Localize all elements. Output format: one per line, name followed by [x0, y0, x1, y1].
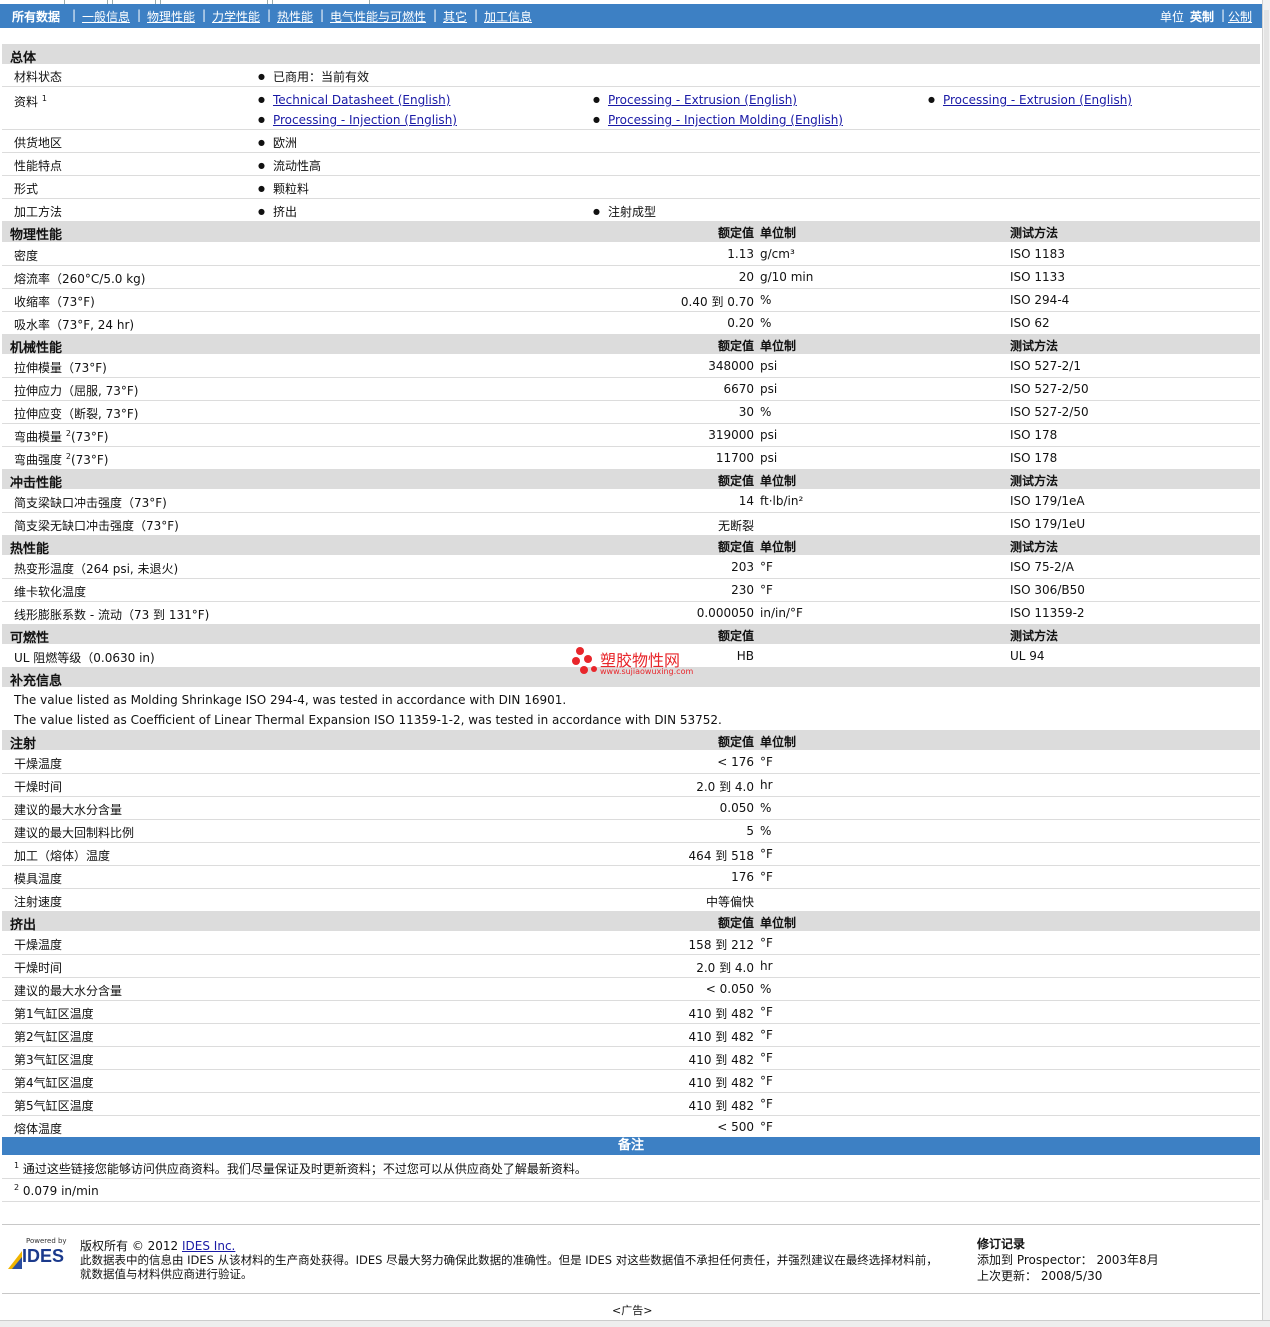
table-row: 维卡软化温度 230 °F ISO 306/B50 [2, 579, 1260, 602]
table-row: 收缩率（73°F) 0.40 到 0.70% ISO 294-4 [2, 289, 1260, 312]
watermark-dots-icon [572, 647, 597, 674]
table-row: 注射速度 中等偏快 [14, 895, 754, 909]
row-documents: 资料 1 Technical Datasheet (English) Proce… [2, 87, 1260, 130]
section-header-extrusion: 挤出 额定值 单位制 [2, 911, 1260, 933]
ides-logo: Powered by IDES [8, 1237, 72, 1271]
table-row: 弯曲强度 2(73°F) 11700 psi ISO 178 [14, 451, 1058, 467]
footnote: 1 通过这些链接您能够访问供应商资料。我们尽量保证及时更新资料；不过您可以从供应… [2, 1156, 1260, 1179]
ad-placeholder: <广告> [612, 1304, 653, 1317]
tab-general-info[interactable]: 一般信息 [82, 8, 130, 25]
footnote: 2 0.079 in/min [2, 1179, 1260, 1202]
section-header-flammability: 可燃性 额定值 测试方法 [2, 624, 1260, 646]
table-row: 弯曲模量 2(73°F) 319000 psi ISO 178 [2, 424, 1260, 447]
table-row: 干燥时间 2.0 到 4.0 hr [2, 955, 1260, 978]
section-header-general: 总体 [2, 44, 1260, 66]
table-row: 第3气缸区温度 410 到 482 °F [2, 1047, 1260, 1070]
table-row: 第5气缸区温度 410 到 482 °F [2, 1093, 1260, 1116]
table-row: 线形膨胀系数 - 流动（73 到 131°F) 0.000050 in/in/°F I… [14, 606, 1085, 622]
table-row: 简支梁缺口冲击强度（73°F) 14 ft·lb/in² ISO 179/1eA [2, 490, 1260, 513]
unit-metric-toggle[interactable]: 公制 [1228, 8, 1252, 25]
doc-link-extrusion-1[interactable]: Processing - Extrusion (English) [608, 93, 797, 107]
table-row: 建议的最大水分含量 < 0.050% [2, 978, 1260, 1001]
table-row: 拉伸应变（断裂, 73°F) 30% ISO 527-2/50 [2, 401, 1260, 424]
tab-other[interactable]: 其它 [443, 8, 467, 25]
tab-mechanical[interactable]: 力学性能 [212, 8, 260, 25]
page-footer: Powered by IDES 版权所有 © 2012 IDES Inc. 此数… [2, 1224, 1260, 1294]
unit-english-toggle[interactable]: 英制 [1190, 8, 1214, 25]
doc-link-injection-molding[interactable]: Processing - Injection Molding (English) [608, 113, 843, 127]
section-header-thermal: 热性能 额定值 单位制 测试方法 [2, 535, 1260, 557]
tab-electrical-flammability[interactable]: 电气性能与可燃性 [330, 8, 426, 25]
section-header-mechanical: 机械性能 额定值 单位制 测试方法 [2, 334, 1260, 356]
table-row: 热变形温度（264 psi, 未退火) 203 °F ISO 75-2/A [2, 556, 1260, 579]
tab-processing-info[interactable]: 加工信息 [484, 8, 532, 25]
table-row: 拉伸模量（73°F) 348000 psi ISO 527-2/1 [2, 355, 1260, 378]
table-row: 干燥温度 < 176 °F [2, 751, 1260, 774]
row-form: 形式 颗粒料 [2, 176, 1260, 199]
section-header-injection: 注射 额定值 单位制 [2, 730, 1260, 752]
table-row: 模具温度 176 °F [2, 866, 1260, 889]
table-row: 熔流率（260°C/5.0 kg) 20 g/10 min ISO 1133 [2, 266, 1260, 289]
section-header-physical: 物理性能 额定值 单位制 测试方法 [2, 221, 1260, 243]
table-row: 熔体温度 < 500 °F [14, 1120, 773, 1136]
table-row: 第1气缸区温度 410 到 482 °F [2, 1001, 1260, 1024]
doc-link-extrusion-2[interactable]: Processing - Extrusion (English) [943, 93, 1132, 107]
table-row: 干燥温度 158 到 212 °F [2, 932, 1260, 955]
tab-all-data[interactable]: 所有数据 [12, 8, 60, 25]
table-row: 建议的最大回制料比例 5% [2, 820, 1260, 843]
section-header-impact: 冲击性能 额定值 单位制 测试方法 [2, 469, 1260, 491]
tab-thermal[interactable]: 热性能 [277, 8, 313, 25]
doc-link-technical-datasheet[interactable]: Technical Datasheet (English) [273, 93, 450, 107]
supplement-notes: The value listed as Molding Shrinkage IS… [14, 693, 722, 727]
revision-added: 添加到 Prospector： 2003年8月 [977, 1253, 1159, 1267]
doc-link-injection[interactable]: Processing - Injection (English) [273, 113, 457, 127]
table-row: 简支梁无缺口冲击强度（73°F) 无断裂 ISO 179/1eU [14, 517, 1086, 533]
table-row: 第4气缸区温度 410 到 482 °F [2, 1070, 1260, 1093]
watermark-logo: 塑胶物性网 www.sujiaowuxing.com [572, 645, 712, 681]
table-row: 第2气缸区温度 410 到 482 °F [2, 1024, 1260, 1047]
row-supply-region: 供货地区 欧洲 [2, 130, 1260, 153]
row-material-status: 材料状态 已商用：当前有效 [2, 64, 1260, 87]
revision-updated: 上次更新： 2008/5/30 [977, 1269, 1103, 1283]
disclaimer-line-2: 就数据值与材料供应商进行验证。 [80, 1267, 253, 1281]
scrollbar-thumb[interactable] [1264, 10, 1269, 1200]
unit-label: 单位 [1160, 10, 1185, 24]
table-row: 加工（熔体）温度 464 到 518 °F [2, 843, 1260, 866]
table-row: 拉伸应力（屈服, 73°F) 6670 psi ISO 527-2/50 [2, 378, 1260, 401]
table-row: 干燥时间 2.0 到 4.0 hr [2, 774, 1260, 797]
notes-header: 备注 [2, 1137, 1260, 1155]
table-row: 吸水率（73°F, 24 hr) 0.20% ISO 62 [14, 316, 1050, 332]
section-nav-bar: 所有数据 | 一般信息 | 物理性能 | 力学性能 | 热性能 | 电气性能与可… [0, 4, 1262, 28]
row-processing-method: 加工方法 挤出 注射成型 [2, 199, 1260, 221]
ides-company-link[interactable]: IDES Inc. [182, 1239, 235, 1253]
row-features: 性能特点 流动性高 [2, 153, 1260, 176]
vertical-scrollbar[interactable] [1262, 0, 1270, 1326]
tab-physical[interactable]: 物理性能 [147, 8, 195, 25]
table-row: 密度 1.13 g/cm³ ISO 1183 [2, 243, 1260, 266]
table-row: 建议的最大水分含量 0.050% [2, 797, 1260, 820]
revision-title: 修订记录 [977, 1237, 1026, 1251]
